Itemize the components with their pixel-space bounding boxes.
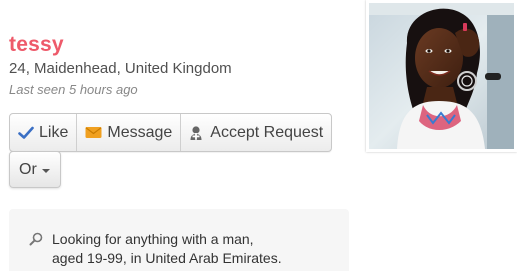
- looking-for-line-2: aged 19-99, in United Arab Emirates.: [52, 250, 282, 266]
- profile-location: Maidenhead, United Kingdom: [34, 60, 232, 77]
- looking-for-text: Looking for anything with a man, aged 19…: [52, 230, 342, 268]
- caret-down-icon: [41, 168, 50, 173]
- accept-request-button[interactable]: Accept Request: [180, 114, 331, 151]
- profile-photo-image: [369, 3, 514, 149]
- envelope-icon: [85, 126, 102, 139]
- like-label: Like: [39, 123, 69, 141]
- last-seen-status: Last seen 5 hours ago: [9, 82, 138, 97]
- looking-for-line-1: Looking for anything with a man,: [52, 231, 254, 247]
- meta-separator: ,: [25, 60, 35, 77]
- looking-for-panel: Looking for anything with a man, aged 19…: [9, 209, 349, 271]
- profile-page: tessy 24, Maidenhead, United Kingdom Las…: [0, 0, 517, 271]
- like-button[interactable]: Like: [10, 114, 76, 151]
- profile-action-group: Like Message Accept Request: [9, 113, 333, 152]
- check-icon: [18, 126, 34, 140]
- message-button[interactable]: Message: [76, 114, 180, 151]
- profile-photo[interactable]: [366, 0, 517, 152]
- accept-request-label: Accept Request: [210, 123, 324, 141]
- message-label: Message: [107, 123, 173, 141]
- or-dropdown-button[interactable]: Or: [9, 151, 61, 188]
- or-label: Or: [19, 160, 37, 178]
- profile-age: 24: [9, 60, 26, 77]
- search-icon: [29, 232, 43, 251]
- user-add-icon: [189, 125, 205, 141]
- profile-name: tessy: [9, 33, 64, 56]
- profile-meta: 24, Maidenhead, United Kingdom: [9, 60, 232, 78]
